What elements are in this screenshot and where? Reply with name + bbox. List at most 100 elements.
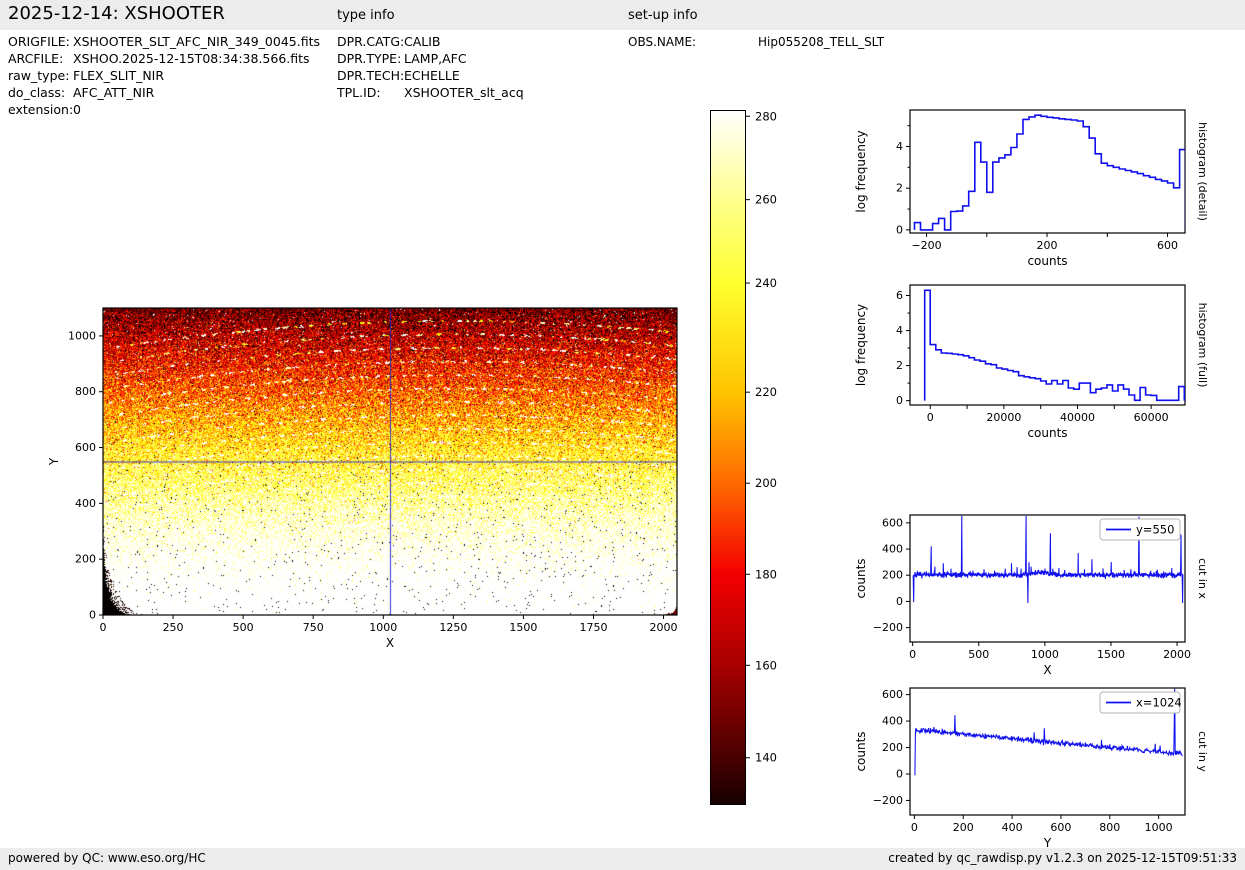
colorbar xyxy=(710,110,746,805)
header-bar: 2025-12-14: XSHOOTER type info set-up in… xyxy=(0,0,1245,30)
type-info-row: TPL.ID: XSHOOTER_slt_acq xyxy=(337,84,524,101)
field-label: raw_type: xyxy=(8,68,70,83)
colorbar-tick-label: 200 xyxy=(755,476,777,490)
x-tick-label: 750 xyxy=(303,621,324,634)
file-info-row: ORIGFILE: XSHOOTER_SLT_AFC_NIR_349_0045.f… xyxy=(8,33,320,50)
main_image-xlabel: X xyxy=(386,636,394,650)
x-tick-label: 40000 xyxy=(1060,411,1095,424)
y-tick-label: 600 xyxy=(882,688,903,701)
field-value: XSHOOTER_SLT_AFC_NIR_349_0045.fits xyxy=(73,34,320,49)
y-tick-label: 600 xyxy=(882,516,903,529)
x-tick-label: 1500 xyxy=(509,621,537,634)
y-tick-label: 200 xyxy=(882,741,903,754)
cut_y-legend-label: x=1024 xyxy=(1136,696,1182,710)
y-tick-label: 2 xyxy=(896,182,903,195)
cut_x-ylabel: counts xyxy=(854,558,868,598)
y-tick-label: 600 xyxy=(75,441,96,454)
detector-raw-image xyxy=(103,308,677,615)
field-value: ECHELLE xyxy=(404,68,460,83)
page-title: 2025-12-14: XSHOOTER xyxy=(8,3,225,24)
setup-info-heading: set-up info xyxy=(628,8,698,23)
y-tick-label: 400 xyxy=(882,715,903,728)
cut_x-legend-label: y=550 xyxy=(1136,523,1174,537)
y-tick-label: 0 xyxy=(89,609,96,622)
cut_y-curve xyxy=(914,688,1183,776)
y-tick-label: 4 xyxy=(896,140,903,153)
field-value: AFC_ATT_NIR xyxy=(73,85,155,100)
x-tick-label: 1000 xyxy=(1145,821,1173,834)
field-label: TPL.ID: xyxy=(337,85,381,100)
hist_full-ylabel: log frequency xyxy=(854,304,868,386)
y-tick-label: 4 xyxy=(896,324,903,337)
field-value: FLEX_SLIT_NIR xyxy=(73,68,165,83)
cut_x-right-label: cut in x xyxy=(1196,558,1209,599)
y-tick-label: 0 xyxy=(896,767,903,780)
x-tick-label: 0 xyxy=(909,648,916,661)
field-label: do_class: xyxy=(8,85,66,100)
type-info-row: DPR.TECH:ECHELLE xyxy=(337,67,524,84)
x-tick-label: 2000 xyxy=(1163,648,1191,661)
file-info-row: raw_type: FLEX_SLIT_NIR xyxy=(8,67,320,84)
x-tick-label: 600 xyxy=(1157,239,1178,252)
x-tick-label: 250 xyxy=(163,621,184,634)
x-tick-label: 1000 xyxy=(369,621,397,634)
hist_detail-right-label: histogram (detail) xyxy=(1196,122,1209,221)
y-tick-label: 2 xyxy=(896,359,903,372)
y-tick-label: 400 xyxy=(75,497,96,510)
y-tick-label: 200 xyxy=(882,569,903,582)
x-tick-label: 500 xyxy=(968,648,989,661)
file-info-row: ARCFILE: XSHOO.2025-12-15T08:34:38.566.fi… xyxy=(8,50,320,67)
field-value: XSHOO.2025-12-15T08:34:38.566.fits xyxy=(73,51,310,66)
setup-info-block: OBS.NAME: Hip055208_TELL_SLT xyxy=(628,34,884,51)
x-tick-label: −200 xyxy=(911,239,941,252)
field-value: 0 xyxy=(73,102,81,117)
x-tick-label: 1500 xyxy=(1097,648,1125,661)
hist_full-right-label: histogram (full) xyxy=(1196,303,1209,388)
hist_detail-xlabel: counts xyxy=(1027,254,1067,268)
y-tick-label: −200 xyxy=(873,794,903,807)
field-label: ARCFILE: xyxy=(8,51,64,66)
cut_y-right-label: cut in y xyxy=(1196,731,1209,772)
x-tick-label: 600 xyxy=(1050,821,1071,834)
colorbar-tick-label: 220 xyxy=(755,385,777,399)
hist_detail-ylabel: log frequency xyxy=(854,130,868,212)
field-value: Hip055208_TELL_SLT xyxy=(758,35,885,49)
cut_x-xlabel: X xyxy=(1043,663,1051,677)
hist_detail-frame xyxy=(909,109,1186,234)
x-tick-label: 0 xyxy=(100,621,107,634)
y-tick-label: 1000 xyxy=(68,329,96,342)
hist_full-frame xyxy=(909,284,1186,406)
x-tick-label: 400 xyxy=(1002,821,1023,834)
y-tick-label: 6 xyxy=(896,289,903,302)
field-label: OBS.NAME: xyxy=(628,35,697,49)
hist_full-curve xyxy=(923,289,1185,402)
field-label: DPR.CATG: xyxy=(337,34,405,49)
colorbar-tick-label: 260 xyxy=(755,193,777,207)
main_image-ylabel: Y xyxy=(47,457,61,466)
cut_y-frame xyxy=(909,687,1186,816)
field-value: LAMP,AFC xyxy=(404,51,467,66)
field-label: DPR.TECH: xyxy=(337,68,405,83)
x-tick-label: 200 xyxy=(953,821,974,834)
y-tick-label: 400 xyxy=(882,543,903,556)
cut_x-frame xyxy=(909,514,1186,643)
colorbar-tick-label: 240 xyxy=(755,276,777,290)
colorbar-tick-label: 180 xyxy=(755,567,777,581)
type-info-heading: type info xyxy=(337,8,395,23)
type-info-row: DPR.TYPE: LAMP,AFC xyxy=(337,50,524,67)
x-tick-label: 60000 xyxy=(1134,411,1169,424)
x-tick-label: 1000 xyxy=(1031,648,1059,661)
type-info-block: DPR.CATG:CALIB DPR.TYPE: LAMP,AFC DPR.TEC… xyxy=(337,33,524,101)
x-tick-label: 1750 xyxy=(579,621,607,634)
footer-bar: powered by QC: www.eso.org/HC created by… xyxy=(0,848,1245,870)
x-tick-label: 2000 xyxy=(650,621,678,634)
y-tick-label: 800 xyxy=(75,385,96,398)
colorbar-tick-label: 160 xyxy=(755,658,777,672)
hist_full-xlabel: counts xyxy=(1027,426,1067,440)
y-tick-label: 0 xyxy=(896,394,903,407)
y-tick-label: −200 xyxy=(873,621,903,634)
colorbar-tick-label: 140 xyxy=(755,751,777,765)
y-tick-label: 0 xyxy=(896,223,903,236)
cut_x-curve xyxy=(912,515,1184,604)
file-info-block: ORIGFILE: XSHOOTER_SLT_AFC_NIR_349_0045.f… xyxy=(8,33,320,118)
